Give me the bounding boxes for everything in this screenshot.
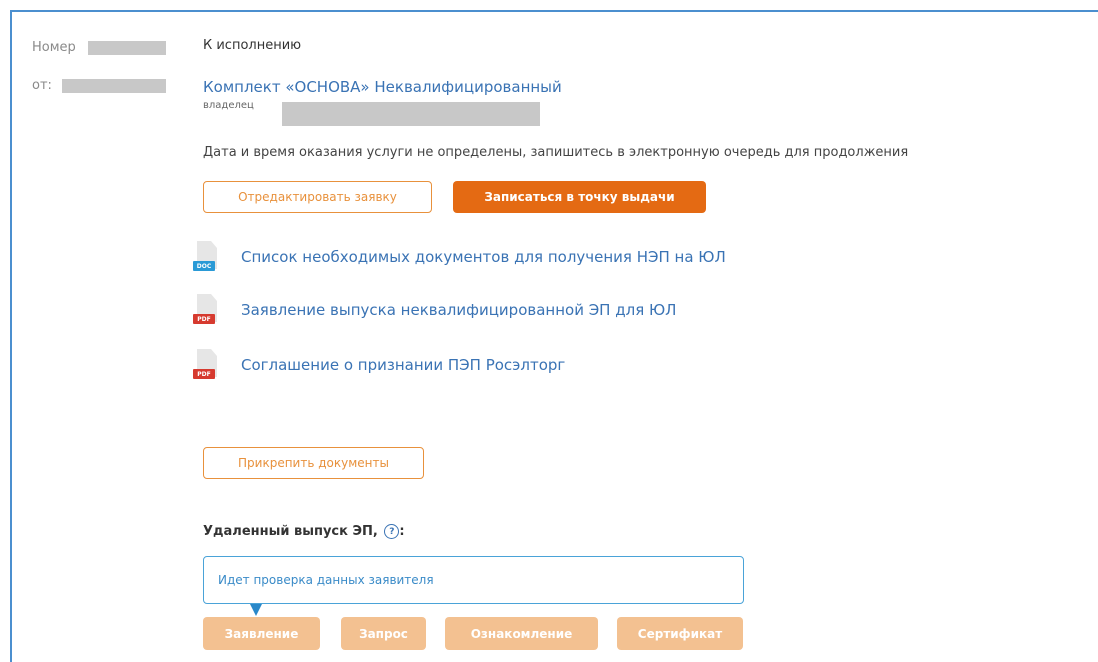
status-pointer-icon [250, 604, 262, 616]
from-value-redacted [62, 79, 166, 93]
request-status: К исполнению [203, 38, 302, 53]
remote-issuance-heading: Удаленный выпуск ЭП, ?: [203, 524, 405, 539]
remote-status-box: Идет проверка данных заявителя [203, 556, 744, 604]
number-label: Номер [32, 40, 76, 55]
book-pickup-point-button[interactable]: Записаться в точку выдачи [453, 181, 706, 213]
pdf-file-tag: PDF [193, 369, 215, 379]
help-icon[interactable]: ? [384, 524, 400, 539]
document-link[interactable]: Соглашение о признании ПЭП Росэлторг [241, 356, 565, 374]
owner-value-redacted [282, 102, 540, 126]
from-label-text: от [32, 78, 48, 93]
document-item-pdf-1[interactable]: PDF Заявление выпуска неквалифицированно… [193, 294, 676, 326]
step-request-button[interactable]: Запрос [341, 617, 426, 650]
step-application-button[interactable]: Заявление [203, 617, 320, 650]
service-info-text: Дата и время оказания услуги не определе… [203, 145, 909, 160]
document-link[interactable]: Заявление выпуска неквалифицированной ЭП… [241, 301, 676, 319]
heading-colon: : [399, 524, 405, 539]
step-certificate-button[interactable]: Сертификат [617, 617, 743, 650]
attach-documents-button[interactable]: Прикрепить документы [203, 447, 424, 479]
step-acquaintance-button[interactable]: Ознакомление [445, 617, 598, 650]
edit-request-button[interactable]: Отредактировать заявку [203, 181, 432, 213]
document-link[interactable]: Список необходимых документов для получе… [241, 248, 726, 266]
doc-file-tag: DOC [193, 261, 215, 271]
document-item-pdf-2[interactable]: PDF Соглашение о признании ПЭП Росэлторг [193, 349, 565, 381]
pdf-file-icon: PDF [193, 294, 219, 326]
document-item-doc[interactable]: DOC Список необходимых документов для по… [193, 241, 726, 273]
remote-issuance-heading-text: Удаленный выпуск ЭП, [203, 524, 378, 539]
product-title-link[interactable]: Комплект «ОСНОВА» Неквалифицированный [203, 78, 562, 96]
pdf-file-icon: PDF [193, 349, 219, 381]
number-value-redacted [88, 41, 166, 55]
doc-file-icon: DOC [193, 241, 219, 273]
owner-label: владелец [203, 100, 254, 111]
pdf-file-tag: PDF [193, 314, 215, 324]
from-label: от: [32, 78, 52, 93]
